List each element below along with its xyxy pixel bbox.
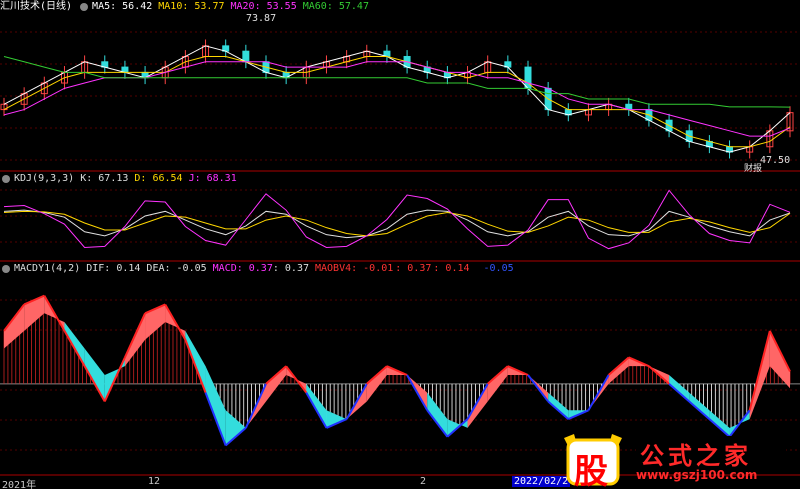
maobv-value-4: -0.05 (483, 263, 514, 274)
macd-toggle-icon[interactable] (2, 265, 10, 273)
low-price-label: 47.50 (760, 155, 791, 166)
ma5-label: MA5: 56.42 (92, 1, 153, 12)
chart-canvas (0, 31, 800, 476)
kdj-title: KDJ(9,3,3) (14, 173, 75, 184)
maobv-value-3: : 0.14 (433, 263, 470, 274)
x-axis-label: 2 (420, 476, 427, 487)
ma60-label: MA60: 57.47 (302, 1, 369, 12)
macd-dif-line (285, 365, 308, 394)
maobv-value: MAOBV4: -0.01 (314, 263, 394, 274)
ma20-label: MA20: 53.55 (230, 1, 297, 12)
high-price-label: 73.87 (246, 13, 277, 24)
watermark-logo: 股 公式之家 www.gszj100.com (560, 432, 796, 489)
x-axis-label: 12 (148, 476, 161, 487)
brand-name: 公式之家 (640, 442, 752, 470)
kdj-j-value: J: 68.31 (188, 173, 237, 184)
macd-macd-value: MACD: 0.37 (212, 263, 273, 274)
kdj-header: KDJ(9,3,3) K: 67.13 D: 66.54 J: 68.31 (0, 172, 243, 186)
kdj-d-value: D: 66.54 (134, 173, 183, 184)
macd-dea-value: DEA: -0.05 (146, 263, 207, 274)
main-header: 汇川技术(日线) MA5: 56.42 MA10: 53.77 MA20: 53… (0, 0, 375, 14)
macd-title: MACDY1(4,2) (14, 263, 81, 274)
macd-ribbon-segment (769, 330, 790, 389)
kdj-k-value: K: 67.13 (80, 173, 129, 184)
earnings-note: 财报 (744, 164, 763, 174)
kdj-toggle-icon[interactable] (2, 175, 10, 183)
maobv-value-2: : 0.37 (395, 263, 432, 274)
macd-ribbon-segment (84, 348, 105, 402)
macd-dif-line (527, 374, 549, 403)
ma10-label: MA10: 53.77 (158, 1, 225, 12)
ma-toggle-icon[interactable] (80, 3, 89, 11)
macd-ribbon-segment (326, 410, 347, 428)
main-title: 汇川技术(日线) (0, 1, 73, 12)
kdj-line-d (3, 210, 791, 237)
kdj-line-k (3, 209, 791, 239)
macd-dif-value: DIF: 0.14 (86, 263, 141, 274)
x-axis-label: 2021年 (2, 480, 37, 489)
brand-url: www.gszj100.com (636, 468, 758, 482)
kdj-line-j (3, 189, 791, 250)
macd-dif-line (587, 374, 610, 411)
macd-ribbon-segment (205, 366, 226, 446)
logo-glyph: 股 (574, 452, 608, 489)
stock-chart-window: 汇川技术(日线) MA5: 56.42 MA10: 53.77 MA20: 53… (0, 0, 800, 489)
macd-macd-extra: : 0.37 (272, 263, 309, 274)
macd-header: MACDY1(4,2) DIF: 0.14 DEA: -0.05 MACD: 0… (0, 262, 520, 276)
